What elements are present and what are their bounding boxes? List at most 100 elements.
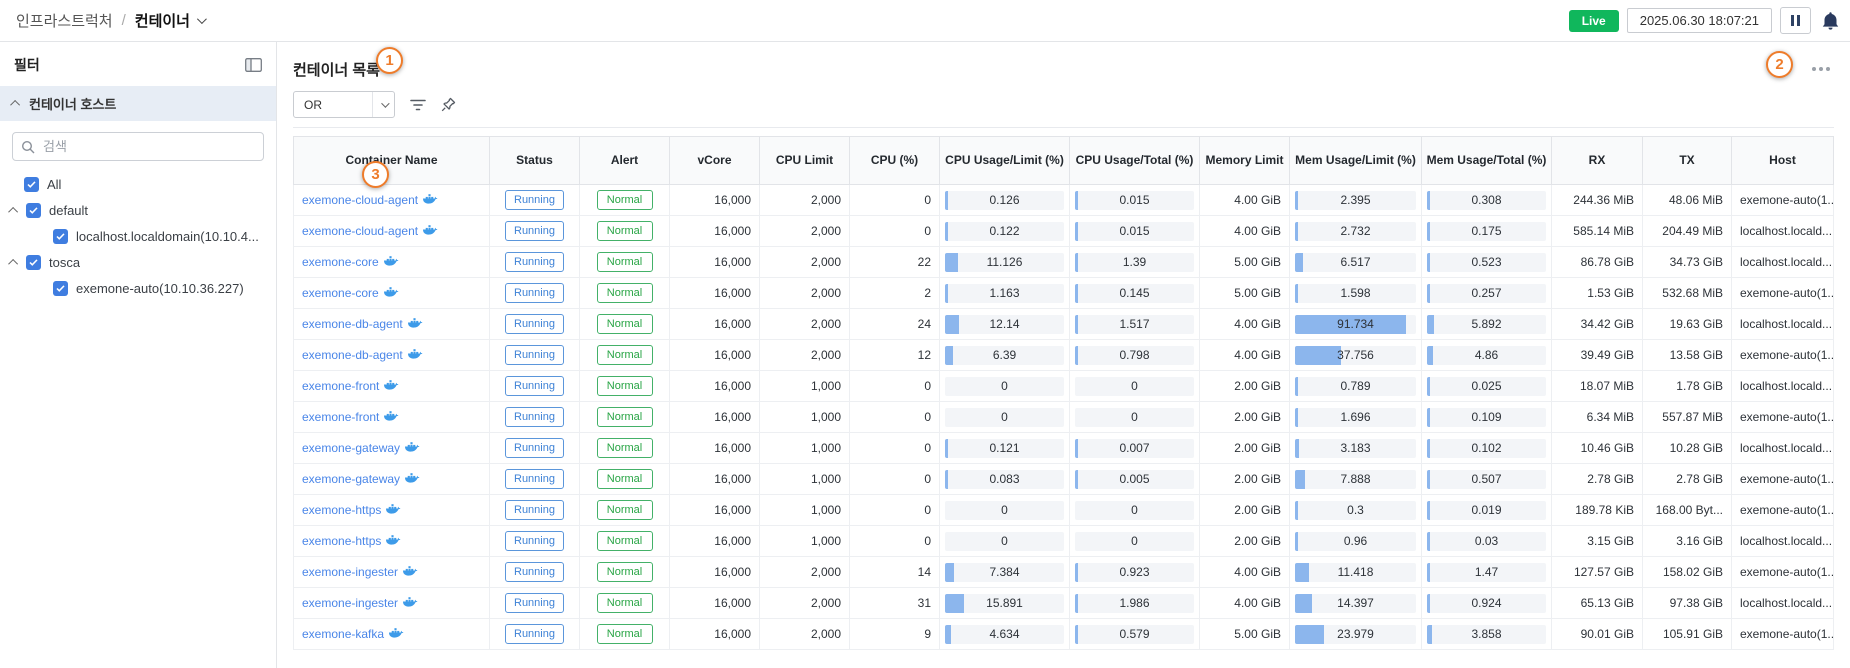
table-row[interactable]: exemone-coreRunningNormal16,0002,00021.1… xyxy=(294,278,1834,309)
checkbox-checked-icon[interactable] xyxy=(53,229,68,244)
cell-cpu-limit: 2,000 xyxy=(760,216,850,247)
table-row[interactable]: exemone-httpsRunningNormal16,0001,000000… xyxy=(294,495,1834,526)
container-name-link[interactable]: exemone-ingester xyxy=(302,565,398,579)
filter-operator-select[interactable]: OR xyxy=(293,91,395,118)
tree-item[interactable]: localhost.localdomain(10.10.4... xyxy=(0,223,276,249)
alert-badge: Normal xyxy=(597,221,653,242)
table-row[interactable]: exemone-cloud-agentRunningNormal16,0002,… xyxy=(294,216,1834,247)
checkbox-checked-icon[interactable] xyxy=(26,255,41,270)
container-name-link[interactable]: exemone-front xyxy=(302,379,379,393)
container-name-link[interactable]: exemone-https xyxy=(302,534,381,548)
table-row[interactable]: exemone-ingesterRunningNormal16,0002,000… xyxy=(294,588,1834,619)
tree-item[interactable]: default xyxy=(0,197,276,223)
cell-vcore: 16,000 xyxy=(670,340,760,371)
notification-bell-icon[interactable] xyxy=(1821,11,1840,31)
status-badge: Running xyxy=(505,500,564,521)
cell-cpu-pct: 0 xyxy=(850,495,940,526)
column-header[interactable]: CPU Usage/Limit (%) xyxy=(940,137,1070,185)
container-name-link[interactable]: exemone-front xyxy=(302,410,379,424)
pause-button[interactable] xyxy=(1780,7,1811,34)
cell-tx: 1.78 GiB xyxy=(1643,371,1732,402)
checkbox-checked-icon[interactable] xyxy=(24,177,39,192)
pin-icon[interactable] xyxy=(441,97,456,112)
cell-cpu-limit: 2,000 xyxy=(760,557,850,588)
container-name-link[interactable]: exemone-core xyxy=(302,255,379,269)
section-container-hosts[interactable]: 컨테이너 호스트 xyxy=(0,86,276,121)
column-header[interactable]: Container Name xyxy=(294,137,490,185)
container-name-link[interactable]: exemone-db-agent xyxy=(302,348,403,362)
column-header[interactable]: CPU Limit xyxy=(760,137,850,185)
container-name-link[interactable]: exemone-ingester xyxy=(302,596,398,610)
breadcrumb-root[interactable]: 인프라스트럭처 xyxy=(16,10,113,31)
container-name-link[interactable]: exemone-gateway xyxy=(302,472,400,486)
table-row[interactable]: exemone-db-agentRunningNormal16,0002,000… xyxy=(294,340,1834,371)
container-name-link[interactable]: exemone-https xyxy=(302,503,381,517)
cell-host: exemone-auto(1... xyxy=(1732,464,1834,495)
breadcrumb-current[interactable]: 컨테이너 xyxy=(135,10,204,31)
cell-tx: 19.63 GiB xyxy=(1643,309,1732,340)
docker-whale-icon xyxy=(405,442,420,456)
column-header[interactable]: Mem Usage/Limit (%) xyxy=(1290,137,1422,185)
chevron-up-icon[interactable] xyxy=(8,206,18,216)
cpu-usage-limit-bar: 0 xyxy=(940,526,1070,557)
column-header[interactable]: RX xyxy=(1552,137,1643,185)
container-name-link[interactable]: exemone-gateway xyxy=(302,441,400,455)
cell-host: localhost.locald... xyxy=(1732,526,1834,557)
tree-item[interactable]: tosca xyxy=(0,249,276,275)
table-row[interactable]: exemone-gatewayRunningNormal16,0001,0000… xyxy=(294,433,1834,464)
checkbox-checked-icon[interactable] xyxy=(26,203,41,218)
table-row[interactable]: exemone-ingesterRunningNormal16,0002,000… xyxy=(294,557,1834,588)
column-header[interactable]: vCore xyxy=(670,137,760,185)
status-badge: Running xyxy=(505,593,564,614)
more-menu-icon[interactable] xyxy=(1808,61,1834,77)
timestamp[interactable]: 2025.06.30 18:07:21 xyxy=(1627,8,1772,33)
cpu-usage-limit-bar: 0.122 xyxy=(940,216,1070,247)
cpu-usage-limit-bar: 0 xyxy=(940,402,1070,433)
checkbox-checked-icon[interactable] xyxy=(53,281,68,296)
table-row[interactable]: exemone-frontRunningNormal16,0001,000000… xyxy=(294,402,1834,433)
table-row[interactable]: exemone-kafkaRunningNormal16,0002,00094.… xyxy=(294,619,1834,650)
table-row[interactable]: exemone-coreRunningNormal16,0002,0002211… xyxy=(294,247,1834,278)
tree-item-label: default xyxy=(49,203,88,218)
table-row[interactable]: exemone-db-agentRunningNormal16,0002,000… xyxy=(294,309,1834,340)
mem-usage-total-bar: 0.523 xyxy=(1422,247,1552,278)
container-name-link[interactable]: exemone-db-agent xyxy=(302,317,403,331)
chevron-up-icon[interactable] xyxy=(8,258,18,268)
sidebar-title: 필터 xyxy=(14,55,40,75)
column-header[interactable]: Alert xyxy=(580,137,670,185)
tree-item[interactable]: exemone-auto(10.10.36.227) xyxy=(0,275,276,301)
table-row[interactable]: exemone-httpsRunningNormal16,0001,000000… xyxy=(294,526,1834,557)
column-header[interactable]: Host xyxy=(1732,137,1834,185)
alert-badge: Normal xyxy=(597,624,653,645)
table-row[interactable]: exemone-gatewayRunningNormal16,0001,0000… xyxy=(294,464,1834,495)
container-name-link[interactable]: exemone-core xyxy=(302,286,379,300)
table-row[interactable]: exemone-frontRunningNormal16,0001,000000… xyxy=(294,371,1834,402)
cell-status: Running xyxy=(490,464,580,495)
container-name-link[interactable]: exemone-cloud-agent xyxy=(302,193,418,207)
cell-rx: 10.46 GiB xyxy=(1552,433,1643,464)
column-header[interactable]: CPU (%) xyxy=(850,137,940,185)
container-name-link[interactable]: exemone-cloud-agent xyxy=(302,224,418,238)
search-input[interactable] xyxy=(12,132,264,161)
table-row[interactable]: exemone-cloud-agentRunningNormal16,0002,… xyxy=(294,185,1834,216)
cpu-usage-total-bar: 0.015 xyxy=(1070,185,1200,216)
column-header[interactable]: Mem Usage/Total (%) xyxy=(1422,137,1552,185)
annotation-marker-3: 3 xyxy=(362,161,389,188)
column-header[interactable]: CPU Usage/Total (%) xyxy=(1070,137,1200,185)
cell-vcore: 16,000 xyxy=(670,309,760,340)
tree-item[interactable]: All xyxy=(0,171,276,197)
column-header[interactable]: Status xyxy=(490,137,580,185)
cpu-usage-limit-bar: 0 xyxy=(940,495,1070,526)
filter-icon[interactable] xyxy=(410,98,426,112)
alert-badge: Normal xyxy=(597,252,653,273)
cell-alert: Normal xyxy=(580,464,670,495)
live-badge: Live xyxy=(1569,10,1619,32)
collapse-panel-icon[interactable] xyxy=(245,58,262,72)
cell-rx: 189.78 KiB xyxy=(1552,495,1643,526)
mem-usage-total-bar: 5.892 xyxy=(1422,309,1552,340)
container-name-link[interactable]: exemone-kafka xyxy=(302,627,384,641)
column-header[interactable]: TX xyxy=(1643,137,1732,185)
column-header[interactable]: Memory Limit xyxy=(1200,137,1290,185)
cell-alert: Normal xyxy=(580,619,670,650)
cell-memory-limit: 2.00 GiB xyxy=(1200,402,1290,433)
